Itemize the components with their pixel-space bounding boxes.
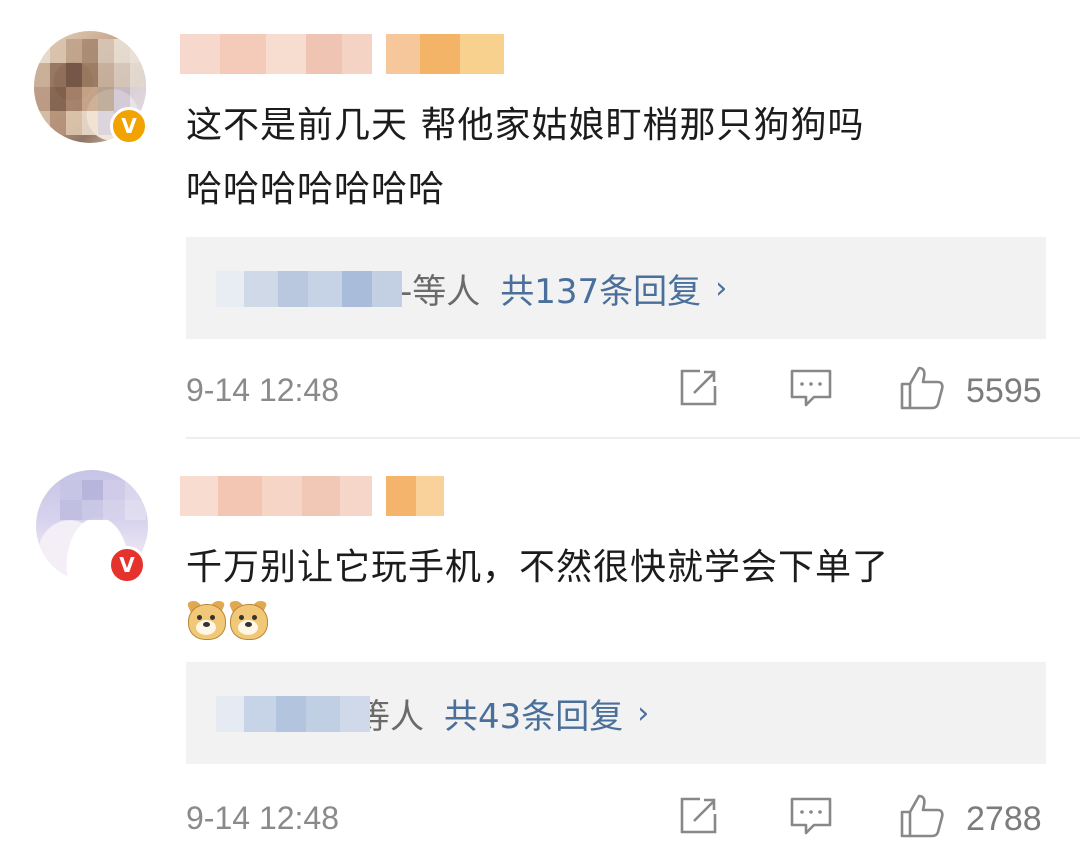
comment-text-line: 千万别让它玩手机，不然很快就学会下单了	[186, 547, 890, 588]
view-replies-link[interactable]: 共43条回复	[444, 689, 623, 738]
comment-item: V 千万别让它玩手机，不然很快就学会下单了 等人 共43条回复 › 9-14 1…	[0, 438, 1080, 848]
like-icon[interactable]	[898, 792, 946, 840]
share-icon[interactable]	[676, 366, 720, 410]
comment-meta: 9-14 12:48 2788	[186, 794, 1046, 844]
reply-preview[interactable]: 長-等人 共137条回复 ›	[186, 237, 1046, 339]
doge-emoji	[228, 598, 268, 640]
username-blurred[interactable]	[180, 476, 444, 516]
comment-icon[interactable]	[788, 794, 834, 838]
verified-badge-letter: V	[119, 553, 135, 577]
comment-meta: 9-14 12:48 5595	[186, 366, 1046, 416]
share-icon[interactable]	[676, 794, 720, 838]
doge-emoji	[186, 598, 226, 640]
like-icon[interactable]	[898, 364, 946, 412]
chevron-right-icon: ›	[637, 695, 650, 731]
comment-text-line: 这不是前几天 帮他家姑娘盯梢那只狗狗吗	[186, 105, 865, 146]
comment-item: V 这不是前几天 帮他家姑娘盯梢那只狗狗吗 哈哈哈哈哈哈哈 長-等人 共137条…	[0, 0, 1080, 438]
emoji-row	[186, 598, 268, 640]
comment-text-line: 哈哈哈哈哈哈哈	[186, 169, 446, 210]
like-count: 2788	[966, 800, 1042, 838]
verified-badge-icon: V	[110, 107, 148, 145]
comment-icon[interactable]	[788, 366, 834, 410]
reply-preview[interactable]: 等人 共43条回复 ›	[186, 662, 1046, 764]
chevron-right-icon: ›	[715, 270, 728, 306]
reply-names-blurred	[216, 271, 402, 307]
comment-list: V 这不是前几天 帮他家姑娘盯梢那只狗狗吗 哈哈哈哈哈哈哈 長-等人 共137条…	[0, 0, 1080, 848]
comment-time: 9-14 12:48	[186, 800, 340, 836]
verified-badge-icon: V	[108, 546, 146, 584]
verified-badge-letter: V	[121, 114, 137, 138]
reply-summary: 長-等人 共137条回复 ›	[366, 264, 728, 313]
reply-summary: 等人 共43条回复 ›	[356, 689, 650, 738]
username-blurred[interactable]	[180, 34, 504, 74]
like-count: 5595	[966, 372, 1042, 410]
avatar-blur	[60, 480, 146, 520]
reply-names-blurred	[216, 696, 370, 732]
view-replies-link[interactable]: 共137条回复	[500, 264, 701, 313]
comment-time: 9-14 12:48	[186, 372, 340, 408]
